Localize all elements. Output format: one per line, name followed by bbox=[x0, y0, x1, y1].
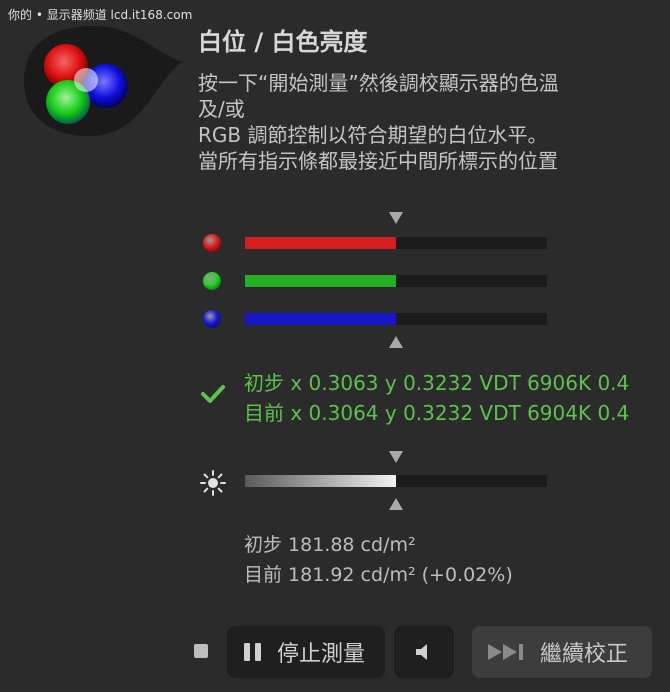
instruction-line: 當所有指示條都最接近中間所標示的位置 bbox=[198, 149, 558, 173]
luminance-readings: 初步 181.88 cd/m² 目前 181.92 cd/m² (+0.02%) bbox=[244, 530, 513, 590]
blue-bar bbox=[245, 313, 547, 325]
sound-button[interactable] bbox=[394, 626, 454, 678]
chromaticity-readings: 初步 x 0.3063 y 0.3232 VDT 6906K 0.4 目前 x … bbox=[244, 368, 629, 428]
blue-dot-icon bbox=[203, 310, 221, 328]
blue-bar-fill bbox=[245, 313, 396, 325]
instruction-line: RGB 調節控制以符合期望的白位水平。 bbox=[198, 123, 548, 147]
stop-measurement-label: 停止測量 bbox=[277, 642, 366, 667]
luminance-bar bbox=[245, 475, 547, 487]
initial-reading: 初步 x 0.3063 y 0.3232 VDT 6906K 0.4 bbox=[244, 371, 630, 395]
red-bar-fill bbox=[245, 237, 396, 249]
target-marker-top-icon bbox=[389, 212, 403, 224]
current-reading: 目前 x 0.3064 y 0.3232 VDT 6904K 0.4 bbox=[244, 401, 630, 425]
luminance-bar-fill bbox=[245, 475, 396, 487]
check-icon bbox=[201, 385, 225, 403]
stop-icon[interactable] bbox=[194, 644, 208, 658]
instructions: 按一下“開始測量”然後調校顯示器的色溫 及/或 RGB 調節控制以符合期望的白位… bbox=[198, 70, 658, 174]
target-marker-bottom-icon bbox=[389, 336, 403, 348]
continue-calibration-label: 繼續校正 bbox=[540, 642, 629, 667]
page-title: 白位 / 白色亮度 bbox=[198, 28, 368, 56]
red-dot-icon bbox=[203, 234, 221, 252]
sun-icon bbox=[200, 470, 226, 496]
instruction-line: 及/或 bbox=[198, 97, 245, 121]
initial-luminance: 初步 181.88 cd/m² bbox=[244, 534, 416, 556]
current-luminance: 目前 181.92 cd/m² (+0.02%) bbox=[244, 564, 513, 586]
pause-icon bbox=[244, 643, 261, 661]
green-bar-fill bbox=[245, 275, 396, 287]
skip-forward-icon bbox=[488, 644, 523, 660]
luminance-marker-top-icon bbox=[389, 451, 403, 463]
watermark: 你的 • 显示器频道 lcd.it168.com bbox=[8, 8, 193, 22]
instruction-line: 按一下“開始測量”然後調校顯示器的色溫 bbox=[198, 71, 559, 95]
green-bar bbox=[245, 275, 547, 287]
continue-calibration-button[interactable]: 繼續校正 bbox=[472, 626, 652, 678]
stop-measurement-button[interactable]: 停止測量 bbox=[227, 626, 385, 678]
green-dot-icon bbox=[203, 272, 221, 290]
rgb-logo-icon bbox=[24, 26, 182, 137]
red-bar bbox=[245, 237, 547, 249]
luminance-marker-bottom-icon bbox=[389, 498, 403, 510]
speaker-icon bbox=[416, 644, 427, 660]
